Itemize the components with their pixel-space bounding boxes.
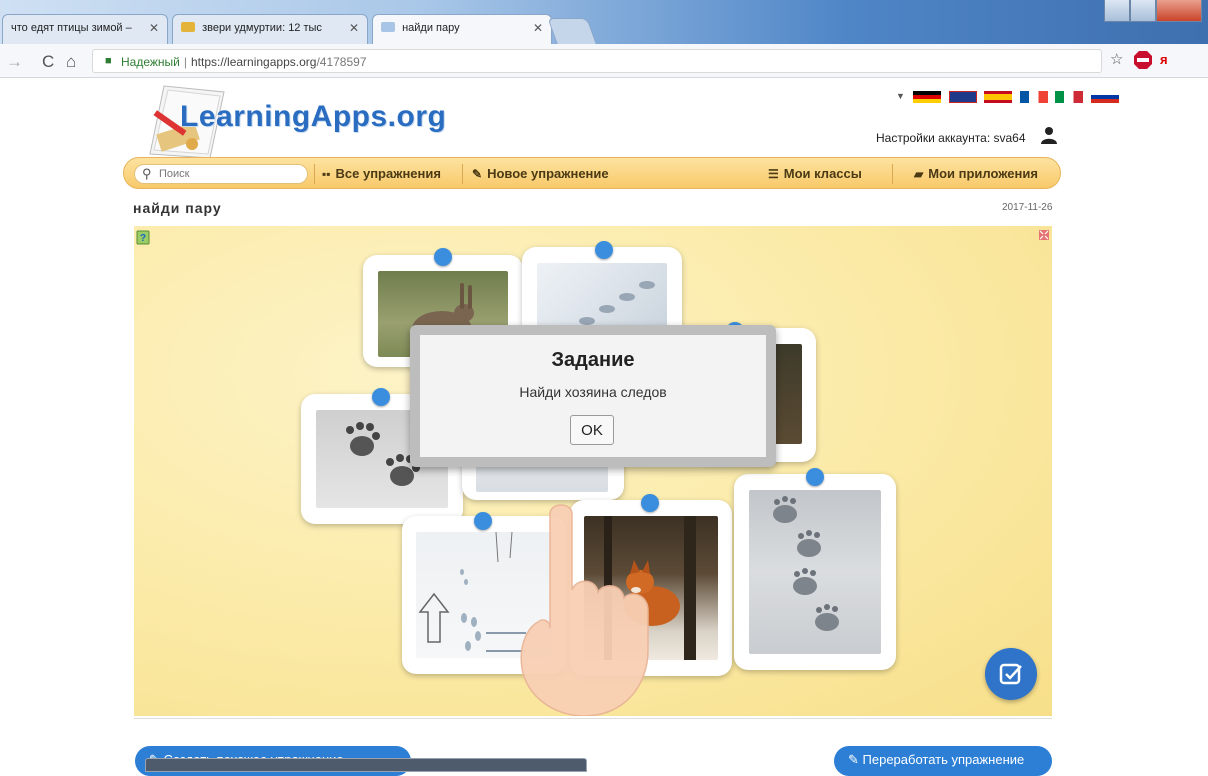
button-label: Переработать упражнение — [862, 752, 1025, 767]
checkbox-edit-icon — [999, 663, 1022, 685]
lock-icon: ■ — [105, 55, 112, 67]
image-icon — [181, 22, 195, 32]
page-date: 2017-11-26 — [1002, 202, 1053, 213]
card-pin — [806, 468, 824, 486]
browser-tab-animals[interactable]: звери удмуртии: 12 тыс ✕ — [172, 14, 368, 44]
reload-icon[interactable]: C — [42, 52, 54, 72]
url-separator: | — [183, 55, 187, 69]
menu-divider — [892, 164, 893, 184]
flag-english-icon[interactable] — [948, 90, 977, 103]
search-placeholder: Поиск — [159, 168, 190, 180]
menu-my-classes[interactable]: ☰ Мои классы — [768, 166, 862, 181]
flag-german-icon[interactable] — [913, 90, 942, 103]
menu-divider — [314, 164, 315, 184]
url-domain: learningapps.org — [227, 55, 317, 69]
menu-label: Новое упражнение — [487, 166, 609, 181]
pencil-icon: ✎ — [472, 167, 483, 181]
ok-button[interactable]: OK — [570, 415, 614, 445]
main-menu-bar: ⚲ Поиск ▪▪ Все упражнения ✎ Новое упражнен… — [123, 157, 1061, 189]
exercise-area: ? Задание Найди хозяина следов OK — [134, 226, 1052, 716]
dialog-title: Задание — [551, 349, 635, 371]
secure-label: Надежный — [121, 55, 180, 69]
url-protocol: https:// — [191, 55, 228, 69]
search-icon: ⚲ — [142, 166, 152, 181]
pencil-icon: ✎ — [848, 752, 863, 767]
menu-all-exercises[interactable]: ▪▪ Все упражнения — [322, 166, 441, 181]
home-icon[interactable]: ⌂ — [66, 52, 76, 72]
restore-window-icon[interactable] — [1104, 0, 1130, 22]
browser-tab-birds[interactable]: что едят птицы зимой – ✕ — [2, 14, 168, 44]
learningapps-favicon-icon — [381, 22, 395, 32]
footer-divider — [134, 718, 1052, 719]
minimize-window-icon[interactable] — [1130, 0, 1156, 22]
address-bar[interactable]: ■ Надежный | https://learningapps.org/4178… — [92, 49, 1102, 73]
card-pin — [434, 248, 452, 266]
language-flags: ▼ — [896, 88, 1122, 103]
account-settings-link[interactable]: Настройки аккаунта: sva64 — [876, 131, 1026, 145]
close-icon[interactable]: ✕ — [149, 21, 159, 35]
bookmark-star-icon[interactable]: ☆ — [1110, 50, 1123, 68]
close-icon[interactable]: ✕ — [533, 21, 543, 35]
browser-tab-active[interactable]: найди пару ✕ — [372, 14, 552, 44]
card-pin — [372, 388, 390, 406]
pair-card-paw-trail[interactable] — [734, 474, 896, 670]
menu-label: Мои классы — [783, 166, 862, 181]
dialog-text: Найди хозяина следов — [519, 384, 667, 400]
menu-new-exercise[interactable]: ✎ Новое упражнение — [472, 166, 609, 181]
tab-label: найди пару — [402, 22, 460, 34]
hand-pointer-icon — [520, 504, 649, 716]
close-window-icon[interactable] — [1156, 0, 1202, 22]
forward-arrow-icon[interactable]: → — [6, 52, 23, 72]
card-pin — [595, 241, 613, 259]
menu-my-apps[interactable]: ▰ Мои приложения — [914, 166, 1038, 181]
flag-italian-icon[interactable] — [1055, 90, 1084, 103]
chevron-down-icon[interactable]: ▼ — [896, 91, 906, 103]
flag-french-icon[interactable] — [1019, 90, 1048, 103]
adblock-icon[interactable] — [1134, 51, 1152, 69]
help-icon[interactable]: ? — [136, 229, 152, 245]
menu-label: Все упражнения — [335, 166, 441, 181]
flag-russian-icon[interactable] — [1090, 90, 1119, 103]
tab-label: что едят птицы зимой – — [11, 22, 132, 34]
search-input[interactable]: ⚲ Поиск — [134, 164, 308, 184]
tab-label: звери удмуртии: 12 тыс — [202, 22, 322, 34]
close-icon[interactable]: ✕ — [349, 21, 359, 35]
paw-trail-photo — [749, 490, 881, 654]
grid-icon: ▪▪ — [322, 167, 331, 181]
folder-icon: ▰ — [914, 167, 924, 181]
svg-text:?: ? — [140, 233, 146, 244]
site-logo[interactable]: LearningApps.org — [180, 100, 446, 134]
check-answers-button[interactable] — [985, 648, 1037, 700]
browser-tab-bar: что едят птицы зимой – ✕ звери удмуртии:… — [0, 0, 1208, 44]
fullscreen-icon[interactable] — [1039, 230, 1049, 240]
list-icon: ☰ — [768, 167, 779, 181]
user-icon[interactable] — [1040, 126, 1058, 144]
yandex-icon[interactable]: я — [1160, 52, 1168, 67]
paw-trail-icon — [773, 496, 839, 631]
menu-label: Мои приложения — [928, 166, 1038, 181]
new-tab-button[interactable] — [547, 18, 597, 44]
menu-divider — [462, 164, 463, 184]
task-dialog: Задание Найди хозяина следов OK — [420, 335, 766, 457]
card-pin — [474, 512, 492, 530]
taskbar-popup — [145, 758, 587, 772]
page-title: найди пару — [133, 200, 222, 216]
url-path: /4178597 — [316, 55, 367, 69]
flag-spanish-icon[interactable] — [984, 90, 1013, 103]
